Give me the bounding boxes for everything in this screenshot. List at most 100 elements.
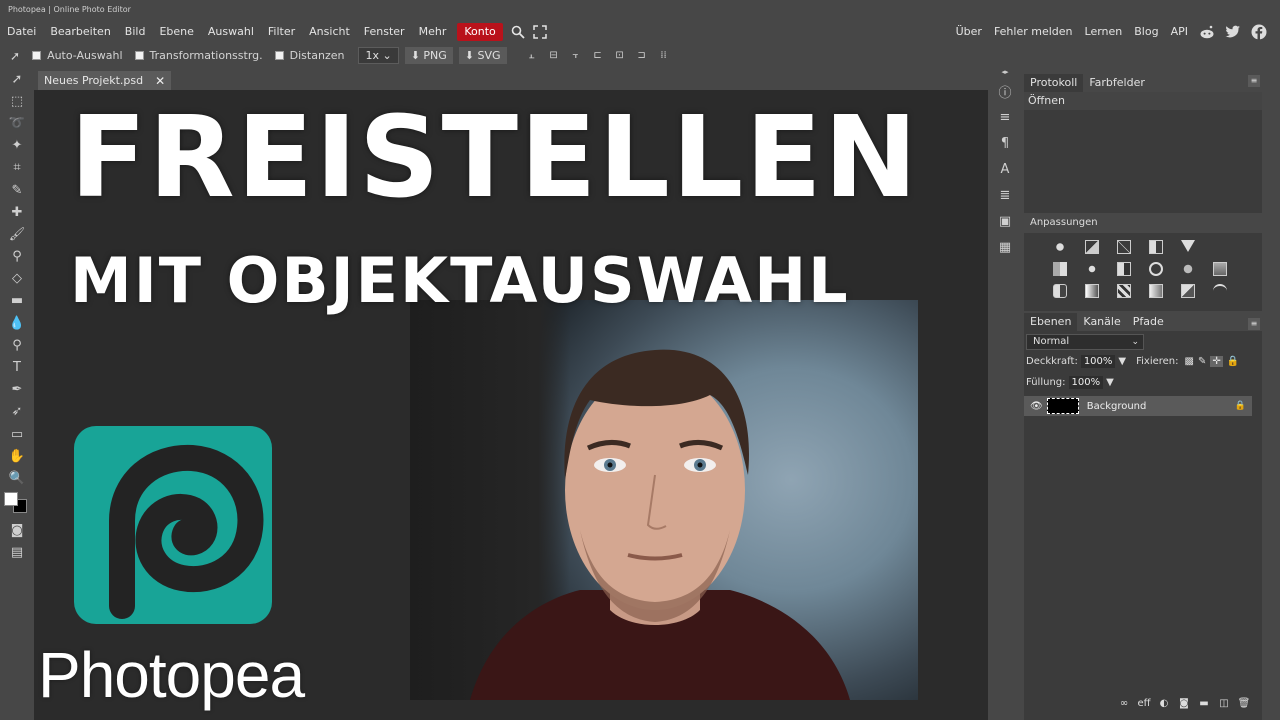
- color-swatches[interactable]: [0, 490, 34, 520]
- group-icon[interactable]: ▬: [1194, 698, 1214, 709]
- paragraph-icon[interactable]: ≣: [988, 182, 1022, 208]
- menu-mehr[interactable]: Mehr: [412, 20, 454, 43]
- collapse-icon[interactable]: ◂▸: [988, 68, 1022, 78]
- opacity-input[interactable]: 100%: [1080, 355, 1116, 368]
- align-bottom-icon[interactable]: ⫟: [565, 49, 587, 63]
- tab-kanaele[interactable]: Kanäle: [1077, 313, 1126, 331]
- healing-brush-icon[interactable]: ✚: [0, 201, 34, 223]
- menu-fenster[interactable]: Fenster: [357, 20, 412, 43]
- reddit-icon[interactable]: [1194, 20, 1220, 43]
- eye-icon[interactable]: 👁: [1030, 401, 1043, 412]
- link-fehler-melden[interactable]: Fehler melden: [988, 20, 1079, 43]
- color-lookup-icon[interactable]: [1213, 262, 1227, 276]
- panel-menu-icon[interactable]: ≡: [1248, 75, 1260, 87]
- align-middle-icon[interactable]: ⊟: [543, 49, 565, 63]
- clone-stamp-icon[interactable]: ⚲: [0, 246, 34, 268]
- canvas[interactable]: FREISTELLEN MIT OBJEKTAUSWAHL Photopea: [34, 90, 988, 720]
- export-png-button[interactable]: ⬇ PNG: [404, 47, 453, 64]
- curves-icon[interactable]: [1117, 240, 1131, 254]
- channel-mixer-icon[interactable]: [1181, 262, 1195, 276]
- align-top-icon[interactable]: ⫠: [521, 49, 543, 63]
- facebook-icon[interactable]: [1246, 20, 1272, 43]
- checkbox-box[interactable]: [274, 51, 284, 60]
- lock-position-icon[interactable]: ✛: [1210, 356, 1223, 367]
- search-icon[interactable]: [507, 20, 529, 43]
- magic-wand-icon[interactable]: ✦: [0, 135, 34, 157]
- adjustment-layer-icon[interactable]: ◐: [1154, 698, 1174, 709]
- account-button[interactable]: Konto: [457, 22, 503, 41]
- delete-icon[interactable]: 🗑: [1234, 698, 1254, 709]
- tab-protokoll[interactable]: Protokoll: [1024, 74, 1084, 92]
- selective-color-icon[interactable]: [1181, 284, 1195, 298]
- move-tool-icon[interactable]: ➚: [0, 68, 34, 90]
- link-ueber[interactable]: Über: [950, 20, 988, 43]
- levels-icon[interactable]: [1085, 240, 1099, 254]
- pen-tool-icon[interactable]: ✒: [0, 379, 34, 401]
- lock-pixels-icon[interactable]: ✎: [1198, 356, 1206, 367]
- mask-icon[interactable]: ◙: [1174, 698, 1194, 709]
- menu-bild[interactable]: Bild: [118, 20, 153, 43]
- hand-tool-icon[interactable]: ✋: [0, 445, 34, 467]
- close-icon[interactable]: ✕: [155, 74, 165, 88]
- align-center-icon[interactable]: ⊡: [609, 49, 631, 63]
- type-tool-icon[interactable]: T: [0, 356, 34, 378]
- blur-tool-icon[interactable]: 💧: [0, 312, 34, 334]
- menu-datei[interactable]: Datei: [0, 20, 43, 43]
- marquee-tool-icon[interactable]: ⬚: [0, 90, 34, 112]
- color-balance-icon[interactable]: [1085, 262, 1099, 276]
- menu-bearbeiten[interactable]: Bearbeiten: [43, 20, 117, 43]
- eraser-tool-icon[interactable]: ◇: [0, 268, 34, 290]
- transform-controls-checkbox[interactable]: Transformationsstrg.: [134, 49, 263, 62]
- history-item[interactable]: Öffnen: [1024, 92, 1262, 110]
- quick-mask-icon[interactable]: ◙: [0, 520, 34, 542]
- link-icon[interactable]: ∞: [1114, 698, 1134, 709]
- distances-checkbox[interactable]: Distanzen: [274, 49, 344, 62]
- effects-icon[interactable]: eff: [1134, 698, 1154, 709]
- crop-tool-icon[interactable]: ⌗: [0, 157, 34, 179]
- brightness-icon[interactable]: [1053, 240, 1067, 254]
- fill-input[interactable]: 100%: [1068, 376, 1104, 389]
- brush-settings-icon[interactable]: ¶: [988, 130, 1022, 156]
- fullscreen-icon[interactable]: [529, 20, 551, 43]
- gradient-tool-icon[interactable]: ▬: [0, 290, 34, 312]
- exposure-icon[interactable]: [1149, 240, 1163, 254]
- align-right-icon[interactable]: ⊐: [631, 49, 653, 63]
- checkbox-box[interactable]: [134, 51, 144, 60]
- checkbox-box[interactable]: [32, 51, 42, 60]
- gradient-map-icon[interactable]: [1149, 284, 1163, 298]
- invert-icon[interactable]: [1053, 284, 1067, 298]
- menu-filter[interactable]: Filter: [261, 20, 302, 43]
- zoom-tool-icon[interactable]: 🔍: [0, 467, 34, 489]
- menu-ebene[interactable]: Ebene: [152, 20, 200, 43]
- align-left-icon[interactable]: ⊏: [587, 49, 609, 63]
- tab-farbfelder[interactable]: Farbfelder: [1083, 74, 1151, 92]
- screen-mode-icon[interactable]: ▤: [0, 542, 34, 564]
- link-api[interactable]: API: [1165, 20, 1194, 43]
- twitter-icon[interactable]: [1220, 20, 1246, 43]
- distribute-icon[interactable]: ⁞⁞: [653, 49, 675, 63]
- tab-pfade[interactable]: Pfade: [1127, 313, 1170, 331]
- posterize-icon[interactable]: [1085, 284, 1099, 298]
- document-tab[interactable]: Neues Projekt.psd ✕: [38, 71, 172, 90]
- link-lernen[interactable]: Lernen: [1079, 20, 1129, 43]
- caret-down-icon[interactable]: ▼: [1118, 356, 1126, 367]
- layer-row[interactable]: 👁 Background 🔒: [1024, 396, 1252, 416]
- menu-auswahl[interactable]: Auswahl: [201, 20, 261, 43]
- path-select-icon[interactable]: ➶: [0, 401, 34, 423]
- eyedropper-icon[interactable]: ✎: [0, 179, 34, 201]
- dodge-tool-icon[interactable]: ⚲: [0, 334, 34, 356]
- black-white-icon[interactable]: [1117, 262, 1131, 276]
- zoom-dropdown[interactable]: 1x ⌄: [358, 47, 399, 64]
- brush-tool-icon[interactable]: 🖌: [0, 223, 34, 245]
- panel-menu-icon[interactable]: ≡: [1248, 318, 1260, 330]
- css-icon[interactable]: ▣: [988, 208, 1022, 234]
- character-icon[interactable]: A: [988, 156, 1022, 182]
- properties-icon[interactable]: ≡: [988, 104, 1022, 130]
- lasso-tool-icon[interactable]: ➰: [0, 112, 34, 134]
- shape-tool-icon[interactable]: ▭: [0, 423, 34, 445]
- image-icon[interactable]: ▦: [988, 234, 1022, 260]
- foreground-color[interactable]: [4, 491, 18, 506]
- hue-saturation-icon[interactable]: [1053, 262, 1067, 276]
- lock-transparency-icon[interactable]: ▩: [1185, 356, 1194, 367]
- info-icon[interactable]: ⓘ: [988, 78, 1022, 104]
